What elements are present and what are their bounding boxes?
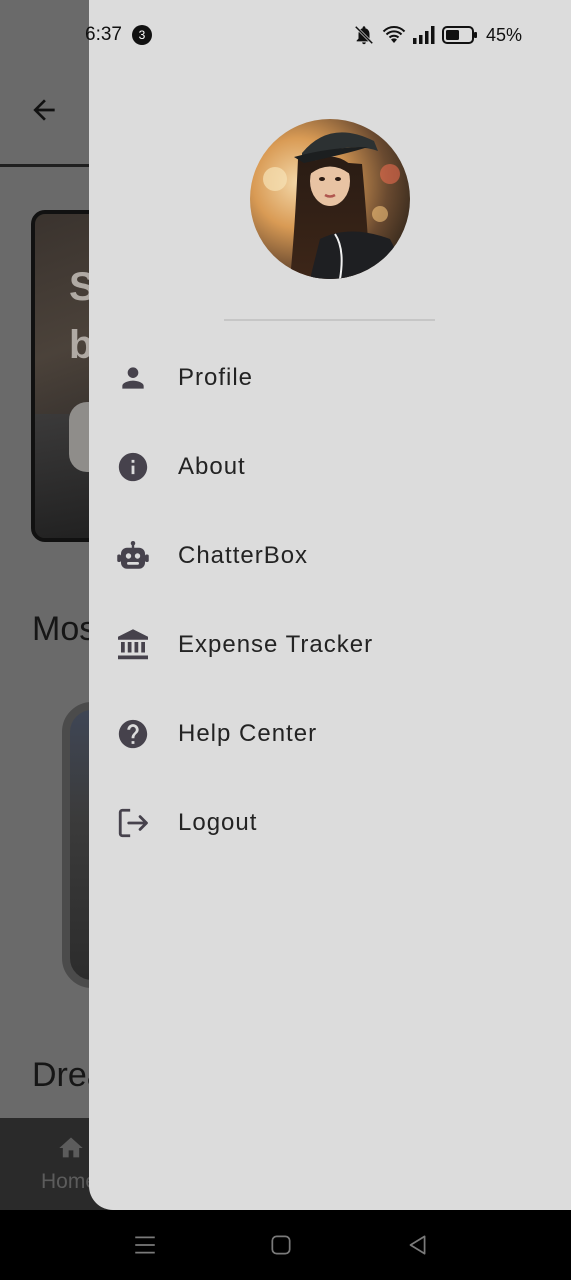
- status-bar: 6:37 3 45%: [0, 0, 571, 60]
- menu-item-chatterbox[interactable]: ChatterBox: [89, 511, 571, 600]
- menu-item-profile[interactable]: Profile: [89, 333, 571, 422]
- logout-icon: [115, 805, 151, 841]
- menu-item-label: Expense Tracker: [178, 630, 374, 658]
- navigation-drawer: Profile About ChatterBox Expense Tracker…: [89, 0, 571, 1210]
- menu-item-about[interactable]: About: [89, 422, 571, 511]
- home-button-icon[interactable]: [268, 1232, 294, 1258]
- person-icon: [115, 360, 151, 396]
- system-navigation-bar: [0, 1210, 571, 1280]
- help-icon: [115, 716, 151, 752]
- bank-icon: [115, 627, 151, 663]
- back-arrow-icon: [33, 99, 55, 121]
- menu-item-label: About: [178, 452, 246, 480]
- menu-item-label: Logout: [178, 808, 258, 836]
- menu-item-logout[interactable]: Logout: [89, 778, 571, 867]
- menu-item-help-center[interactable]: Help Center: [89, 689, 571, 778]
- section-title: Mos: [32, 610, 97, 648]
- status-icons: 45%: [352, 22, 522, 48]
- wifi-icon: [382, 26, 406, 43]
- menu-item-label: ChatterBox: [178, 541, 309, 569]
- notification-count-badge: 3: [132, 25, 152, 45]
- info-icon: [115, 449, 151, 485]
- robot-icon: [115, 538, 151, 574]
- menu-item-label: Profile: [178, 363, 254, 391]
- battery-icon: [442, 26, 477, 44]
- mute-icon: [354, 25, 374, 45]
- home-icon: [59, 1137, 83, 1158]
- signal-icon: [413, 26, 435, 44]
- battery-percent: 45%: [486, 24, 523, 45]
- menu-item-label: Help Center: [178, 719, 318, 747]
- back-button-icon[interactable]: [404, 1232, 430, 1258]
- drawer-divider: [224, 319, 435, 321]
- status-time: 6:37: [85, 24, 122, 45]
- menu-item-expense-tracker[interactable]: Expense Tracker: [89, 600, 571, 689]
- profile-avatar[interactable]: [250, 119, 410, 279]
- recent-apps-icon[interactable]: [132, 1232, 158, 1258]
- avatar-photo: [250, 119, 410, 279]
